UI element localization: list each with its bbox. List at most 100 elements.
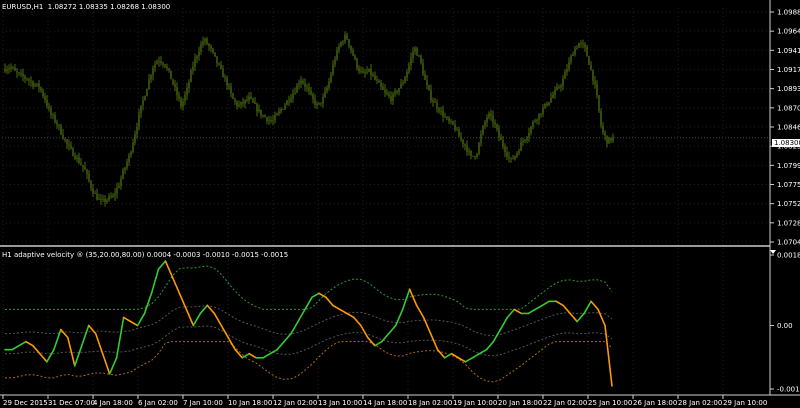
candle-body [456, 129, 458, 131]
candle-body [414, 48, 416, 52]
candle-body [576, 47, 578, 49]
candle-body [122, 170, 124, 179]
candle-body [384, 89, 386, 93]
candle-body [548, 102, 550, 106]
candle-body [40, 87, 42, 91]
candle-body [284, 104, 286, 109]
candle-body [448, 118, 450, 122]
candle-body [358, 68, 360, 71]
candle-body [20, 73, 22, 74]
candle-body [94, 193, 96, 194]
candle-body [610, 137, 612, 141]
indicator-tick-label: 0.0018 [777, 252, 800, 260]
candle-body [302, 80, 304, 84]
candle-body [510, 157, 512, 159]
candle-body [444, 116, 446, 118]
candle-body [500, 137, 502, 141]
candle-body [246, 99, 248, 101]
candle-body [56, 121, 58, 125]
candle-body [368, 68, 370, 72]
candle-body [60, 125, 62, 135]
candle-body [144, 96, 146, 101]
time-tick-label: 12 Jan 02:00 [273, 399, 317, 407]
candle-body [424, 74, 426, 81]
candle-body [200, 44, 202, 52]
candle-body [150, 75, 152, 80]
candle-body [410, 57, 412, 66]
indicator-tick-label: 0.00 [777, 322, 793, 330]
candle-body [82, 164, 84, 168]
candle-body [194, 58, 196, 67]
candle-body [306, 86, 308, 88]
candle-body [96, 193, 98, 200]
candle-body [340, 41, 342, 47]
candle-body [364, 72, 366, 74]
candle-body [432, 100, 434, 103]
candle-body [516, 152, 518, 156]
candle-body [32, 81, 34, 87]
candle-body [460, 136, 462, 140]
candle-body [240, 101, 242, 105]
candle-body [268, 120, 270, 122]
price-tick-label: 1.07520 [777, 200, 800, 208]
candle-body [474, 156, 476, 157]
candle-body [212, 48, 214, 53]
price-tick-label: 1.08935 [777, 85, 800, 93]
candle-body [294, 92, 296, 94]
candle-body [464, 144, 466, 146]
candle-body [226, 77, 228, 86]
candle-body [592, 69, 594, 82]
candle-body [594, 81, 596, 85]
price-tick-label: 1.09645 [777, 28, 800, 36]
candle-body [524, 139, 526, 141]
price-tick-label: 1.09175 [777, 66, 800, 74]
candle-body [300, 80, 302, 84]
candle-body [114, 193, 116, 196]
candle-body [70, 145, 72, 149]
candle-body [38, 83, 40, 88]
chart-canvas[interactable]: 1.09880 1.09645 1.09410 1.09175 1.08935 1.087… [0, 0, 800, 408]
candle-body [198, 51, 200, 57]
candle-body [522, 140, 524, 143]
candle-body [446, 116, 448, 119]
candle-body [30, 80, 32, 82]
candle-body [156, 61, 158, 65]
candle-body [296, 85, 298, 93]
candle-body [402, 83, 404, 84]
candle-body [316, 103, 318, 105]
candle-body [256, 103, 258, 112]
candle-body [400, 83, 402, 89]
candle-body [332, 64, 334, 75]
candle-body [8, 68, 10, 70]
candle-body [526, 137, 528, 140]
candle-body [234, 98, 236, 102]
candle-body [174, 84, 176, 87]
candle-body [520, 142, 522, 151]
time-tick-label: 7 Jan 10:00 [183, 399, 223, 407]
candle-body [360, 70, 362, 72]
candle-body [352, 50, 354, 56]
candle-body [118, 185, 120, 188]
candle-body [26, 78, 28, 80]
candle-body [190, 70, 192, 82]
candle-body [298, 83, 300, 86]
time-tick-label: 28 Jan 02:00 [678, 399, 722, 407]
candle-body [236, 101, 238, 107]
candle-body [476, 154, 478, 157]
candle-body [154, 64, 156, 69]
candle-body [266, 117, 268, 122]
time-tick-label: 14 Jan 18:00 [363, 399, 407, 407]
candle-body [482, 125, 484, 135]
candle-body [574, 48, 576, 55]
time-tick-label: 10 Jan 18:00 [228, 399, 272, 407]
candle-body [278, 111, 280, 114]
candle-body [346, 34, 348, 40]
candle-body [14, 67, 16, 71]
candle-body [450, 121, 452, 123]
candle-body [418, 55, 420, 57]
candle-body [50, 108, 52, 115]
candle-body [538, 113, 540, 120]
candle-body [134, 134, 136, 143]
candle-body [34, 84, 36, 87]
candle-body [58, 124, 60, 126]
